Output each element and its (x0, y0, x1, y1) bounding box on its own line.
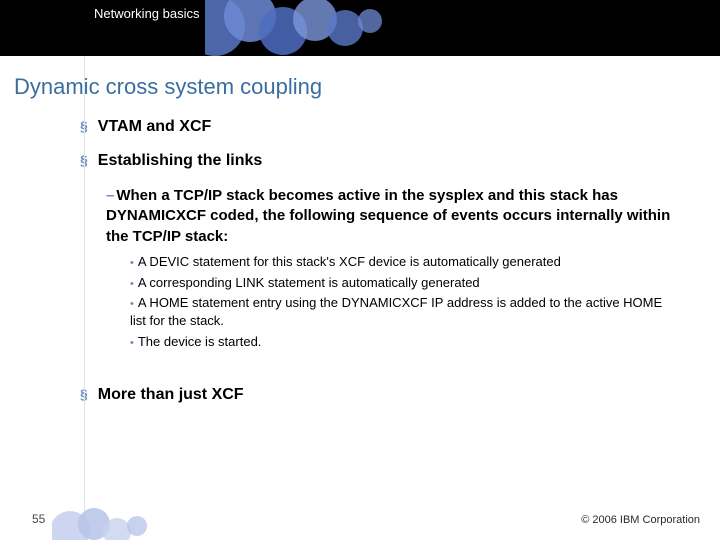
dot-text: A corresponding LINK statement is automa… (138, 275, 480, 290)
dot-bullet-icon: • (130, 278, 134, 290)
dot-item-started: • The device is started. (130, 333, 680, 351)
vertical-rule (84, 0, 85, 540)
header-decoration (205, 0, 385, 66)
page-number: 55 (32, 512, 45, 526)
dot-bullet-icon: • (130, 298, 134, 310)
dash-bullet-icon: – (106, 187, 114, 204)
copyright-text: © 2006 IBM Corporation (581, 514, 700, 526)
dot-text: A DEVIC statement for this stack's XCF d… (138, 254, 561, 269)
dot-item-link: • A corresponding LINK statement is autom… (130, 274, 680, 292)
dot-bullet-icon: • (130, 337, 134, 349)
bullet-more-than-xcf: §More than just XCF (80, 386, 680, 404)
bullet-text: More than just XCF (98, 386, 244, 403)
dot-text: A HOME statement entry using the DYNAMIC… (130, 295, 662, 328)
slide-content: §VTAM and XCF §Establishing the links –W… (80, 118, 680, 404)
dot-bullet-icon: • (130, 257, 134, 269)
dot-item-devic: • A DEVIC statement for this stack's XCF … (130, 253, 680, 271)
slide-title: Dynamic cross system coupling (14, 74, 720, 100)
footer-decoration (52, 486, 152, 540)
bullet-establishing-links: §Establishing the links (80, 152, 680, 170)
dot-item-home: •A HOME statement entry using the DYNAMI… (130, 294, 680, 329)
slide-header: Networking basics (0, 0, 720, 56)
dot-text: The device is started. (138, 334, 262, 349)
sub-bullet-sequence: –When a TCP/IP stack becomes active in t… (106, 186, 680, 247)
bullet-vtam-xcf: §VTAM and XCF (80, 118, 680, 136)
bullet-text: Establishing the links (98, 152, 262, 169)
sub-bullet-text: When a TCP/IP stack becomes active in th… (106, 187, 670, 245)
header-title: Networking basics (94, 6, 200, 21)
bullet-text: VTAM and XCF (98, 118, 211, 135)
